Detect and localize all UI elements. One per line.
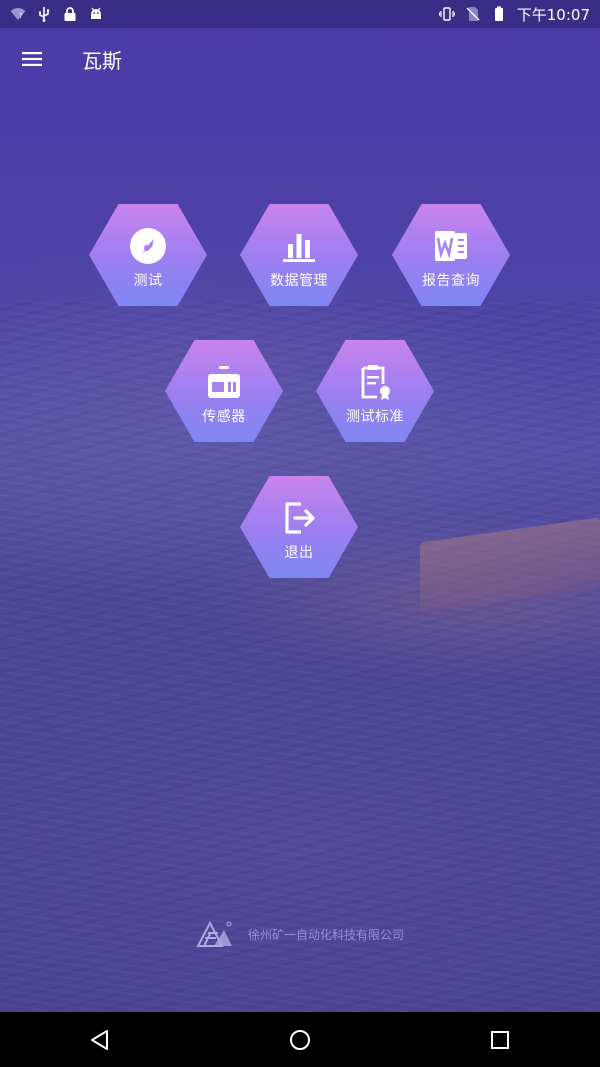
app-title: 瓦斯 [82, 48, 122, 73]
status-bar: ? 下午10:07 [0, 0, 600, 28]
recents-icon [491, 1030, 509, 1049]
report-query-label: 报告查询 [422, 273, 480, 289]
usb-icon [36, 6, 52, 22]
certificate-icon [353, 362, 397, 402]
test-standard-label: 测试标准 [346, 409, 404, 425]
logout-label: 退出 [284, 545, 314, 561]
background-texture [0, 300, 600, 1012]
status-bar-left: ? [10, 6, 104, 22]
app-bar: 瓦斯 [0, 28, 600, 90]
company-name: 徐州矿一自动化科技有限公司 [247, 927, 404, 942]
home-icon [290, 1029, 310, 1050]
no-sim-icon [465, 6, 481, 22]
svg-text:?: ? [19, 12, 23, 20]
lock-icon [62, 6, 78, 22]
android-icon [88, 6, 104, 22]
status-time: 下午10:07 [516, 5, 590, 24]
company-logo [196, 920, 232, 947]
back-button[interactable] [70, 1012, 130, 1067]
word-doc-icon [429, 226, 473, 266]
home-button[interactable] [270, 1012, 330, 1067]
menu-button[interactable] [0, 28, 64, 90]
radio-icon [202, 362, 246, 402]
sensor-label: 传感器 [202, 409, 246, 425]
vibrate-icon [438, 6, 455, 22]
bar-chart-icon [277, 226, 321, 266]
wifi-question-icon: ? [10, 6, 26, 22]
footer: 徐州矿一自动化科技有限公司 [0, 914, 600, 954]
test-label: 测试 [133, 273, 163, 289]
battery-icon [491, 6, 507, 22]
status-bar-right: 下午10:07 [438, 4, 590, 25]
data-management-label: 数据管理 [270, 273, 328, 289]
menu-icon [22, 52, 42, 66]
navigation-bar [0, 1012, 600, 1067]
gauge-icon [126, 226, 170, 266]
back-icon [91, 1029, 108, 1050]
recents-button[interactable] [470, 1012, 530, 1067]
logout-icon [277, 498, 321, 538]
